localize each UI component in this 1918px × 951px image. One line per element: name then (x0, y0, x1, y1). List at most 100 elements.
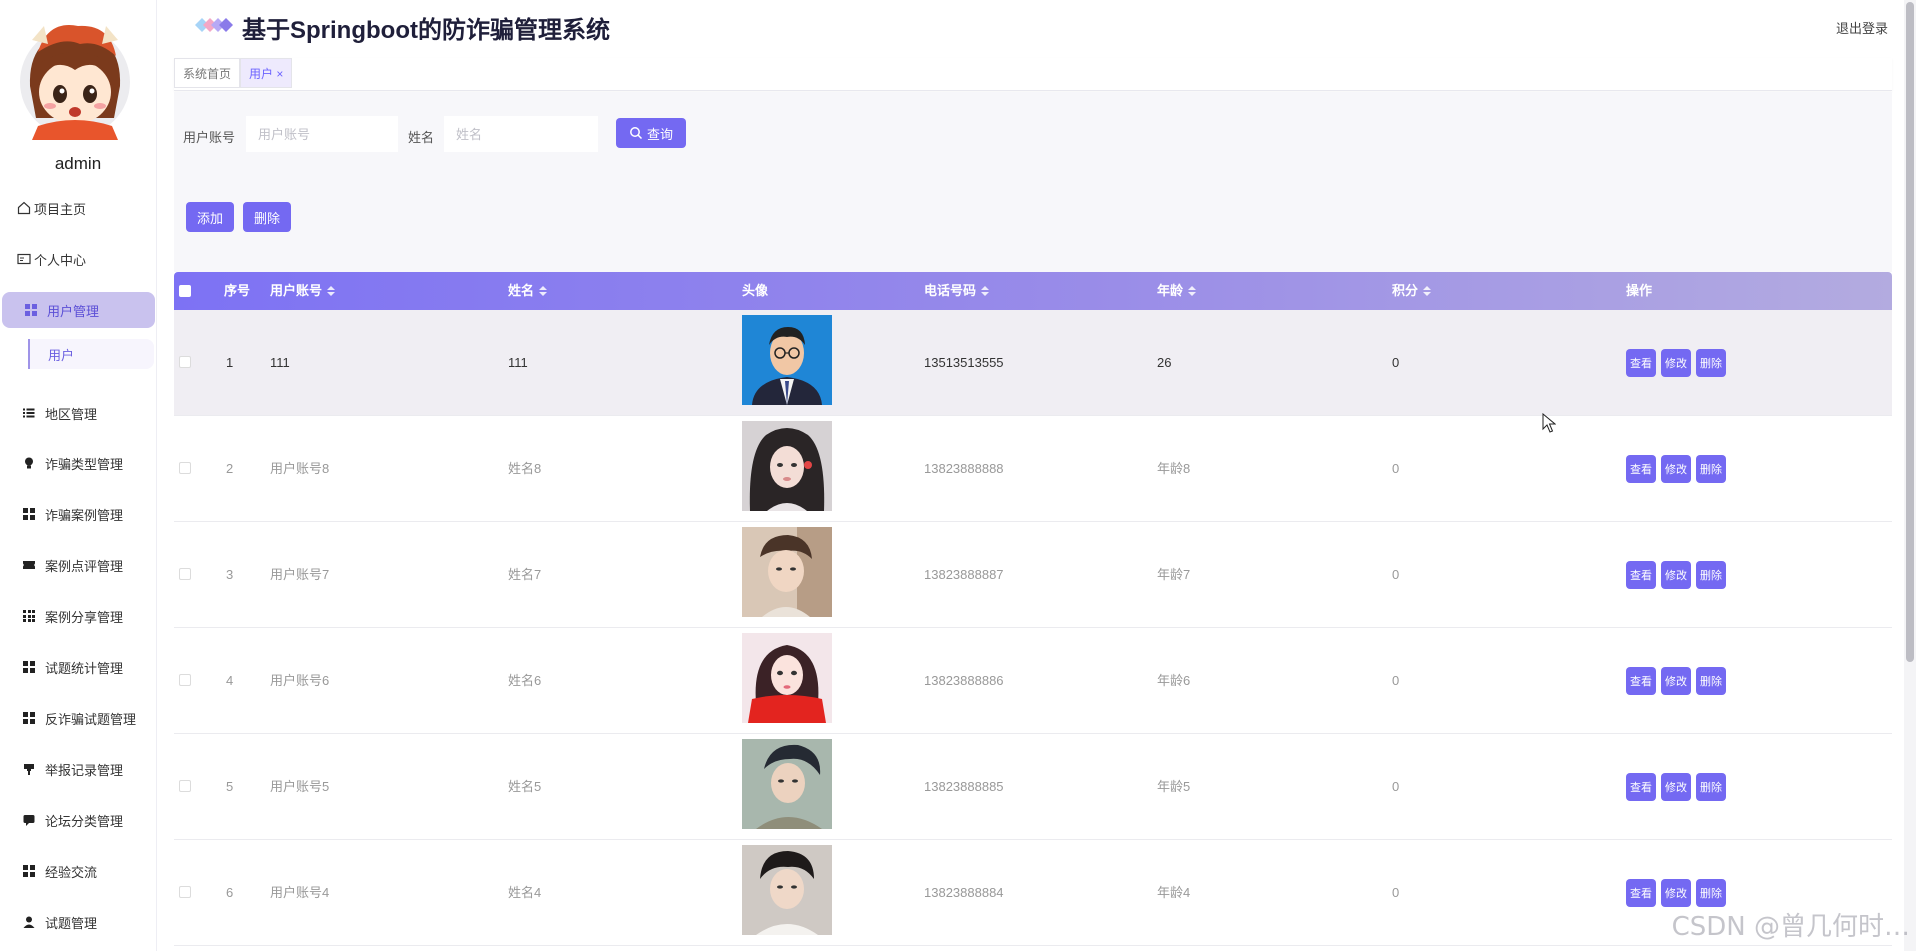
sidebar-item-profile[interactable]: 个人中心 (0, 241, 156, 277)
row-actions: 查看 修改 删除 (1626, 879, 1726, 907)
delete-row-button[interactable]: 删除 (1696, 879, 1726, 907)
query-button[interactable]: 查询 (616, 118, 686, 148)
view-button[interactable]: 查看 (1626, 349, 1656, 377)
sidebar-item-anti-fraud-quiz[interactable]: 反诈骗试题管理 (0, 700, 156, 736)
select-all-checkbox[interactable] (179, 285, 191, 297)
sort-icon[interactable] (981, 285, 990, 296)
sidebar-item-label: 反诈骗试题管理 (45, 711, 137, 727)
sidebar-item-label: 试题统计管理 (45, 660, 124, 676)
app-title: 基于Springboot的防诈骗管理系统 (242, 17, 610, 44)
col-points[interactable]: 积分 (1392, 272, 1432, 310)
vertical-scrollbar[interactable] (1904, 0, 1916, 951)
table-row[interactable]: 1 111 111 13513513555 26 0 查看 修改 删除 (174, 310, 1892, 416)
sort-icon[interactable] (539, 285, 548, 296)
search-icon (630, 127, 643, 140)
sidebar-item-forum-category[interactable]: 论坛分类管理 (0, 802, 156, 838)
sidebar-item-home[interactable]: 项目主页 (0, 190, 156, 226)
sidebar-item-report-record[interactable]: 举报记录管理 (0, 751, 156, 787)
sidebar-item-label: 案例点评管理 (45, 558, 124, 574)
edit-button[interactable]: 修改 (1661, 561, 1691, 589)
table-row[interactable]: 4 用户账号6 姓名6 13823888886 年龄6 0 查看 修改 删除 (174, 628, 1892, 734)
delete-row-button[interactable]: 删除 (1696, 773, 1726, 801)
cell-phone: 13823888888 (924, 461, 1004, 476)
sort-icon[interactable] (327, 285, 336, 296)
delete-button[interactable]: 删除 (243, 202, 291, 232)
cell-points: 0 (1392, 461, 1400, 476)
delete-row-button[interactable]: 删除 (1696, 561, 1726, 589)
sidebar-item-user-management[interactable]: 用户管理 (2, 292, 155, 328)
grid9-icon (22, 609, 36, 623)
edit-button[interactable]: 修改 (1661, 667, 1691, 695)
sidebar-item-fraud-type[interactable]: 诈骗类型管理 (0, 445, 156, 481)
sidebar-subitem-user[interactable]: 用户 (28, 339, 154, 369)
row-actions: 查看 修改 删除 (1626, 455, 1726, 483)
cell-account: 用户账号4 (270, 885, 330, 900)
col-name[interactable]: 姓名 (508, 272, 548, 310)
cell-points: 0 (1392, 885, 1400, 900)
id-card-icon (17, 252, 31, 266)
account-input[interactable] (246, 116, 398, 152)
sidebar-item-quiz-stats[interactable]: 试题统计管理 (0, 649, 156, 685)
tab-home[interactable]: 系统首页 (174, 58, 241, 88)
row-checkbox[interactable] (179, 780, 191, 792)
edit-button[interactable]: 修改 (1661, 455, 1691, 483)
sidebar-item-case-review[interactable]: 案例点评管理 (0, 547, 156, 583)
row-checkbox[interactable] (179, 356, 191, 368)
edit-button[interactable]: 修改 (1661, 879, 1691, 907)
avatar[interactable] (18, 22, 132, 140)
sidebar-item-label: 地区管理 (45, 406, 98, 422)
sidebar-item-experience[interactable]: 经验交流 (0, 853, 156, 889)
col-phone-label: 电话号码 (924, 283, 977, 298)
cell-points: 0 (1392, 567, 1400, 582)
col-phone[interactable]: 电话号码 (924, 272, 990, 310)
sidebar-item-case-share[interactable]: 案例分享管理 (0, 598, 156, 634)
view-button[interactable]: 查看 (1626, 879, 1656, 907)
cell-name: 姓名6 (508, 673, 542, 688)
table-row[interactable]: 3 用户账号7 姓名7 13823888887 年龄7 0 查看 修改 删除 (174, 522, 1892, 628)
delete-row-button[interactable]: 删除 (1696, 667, 1726, 695)
sidebar-item-quiz-management[interactable]: 试题管理 (0, 904, 156, 940)
view-button[interactable]: 查看 (1626, 561, 1656, 589)
table-row[interactable]: 2 用户账号8 姓名8 13823888888 年龄8 0 查看 修改 删除 (174, 416, 1892, 522)
table-row[interactable]: 5 用户账号5 姓名5 13823888885 年龄5 0 查看 修改 删除 (174, 734, 1892, 840)
cell-index: 2 (226, 461, 234, 476)
cell-account: 用户账号5 (270, 779, 330, 794)
edit-button[interactable]: 修改 (1661, 773, 1691, 801)
col-points-label: 积分 (1392, 283, 1419, 298)
delete-row-button[interactable]: 删除 (1696, 455, 1726, 483)
row-checkbox[interactable] (179, 674, 191, 686)
sidebar-item-label: 诈骗案例管理 (45, 507, 124, 523)
scrollbar-thumb[interactable] (1906, 2, 1914, 662)
home-icon (17, 201, 31, 215)
table-row[interactable]: 6 用户账号4 姓名4 13823888884 年龄4 0 查看 修改 删除 (174, 840, 1892, 946)
name-input[interactable] (444, 116, 598, 152)
sort-icon[interactable] (1423, 285, 1432, 296)
cell-index: 3 (226, 567, 234, 582)
col-age[interactable]: 年龄 (1157, 272, 1197, 310)
row-actions: 查看 修改 删除 (1626, 773, 1726, 801)
sidebar-item-fraud-case[interactable]: 诈骗案例管理 (0, 496, 156, 532)
logout-link[interactable]: 退出登录 (1836, 18, 1888, 37)
view-button[interactable]: 查看 (1626, 667, 1656, 695)
sidebar-item-label: 案例分享管理 (45, 609, 124, 625)
row-checkbox[interactable] (179, 886, 191, 898)
sidebar-item-label: 举报记录管理 (45, 762, 124, 778)
col-account[interactable]: 用户账号 (270, 272, 336, 310)
edit-button[interactable]: 修改 (1661, 349, 1691, 377)
view-button[interactable]: 查看 (1626, 455, 1656, 483)
sidebar: admin 项目主页 个人中心 用户管理 用户 地区管理 诈骗类型管理 诈骗案例… (0, 0, 157, 951)
mouse-cursor-icon (1542, 413, 1556, 433)
sidebar-item-region[interactable]: 地区管理 (0, 395, 156, 431)
user-photo (742, 845, 832, 935)
tab-user[interactable]: 用户 × (240, 58, 293, 88)
add-button[interactable]: 添加 (186, 202, 234, 232)
row-checkbox[interactable] (179, 568, 191, 580)
row-checkbox[interactable] (179, 462, 191, 474)
cell-account: 111 (270, 355, 290, 370)
delete-row-button[interactable]: 删除 (1696, 349, 1726, 377)
user-photo (742, 421, 832, 511)
view-button[interactable]: 查看 (1626, 773, 1656, 801)
sort-icon[interactable] (1188, 285, 1197, 296)
user-photo (742, 633, 832, 723)
col-avatar: 头像 (742, 283, 769, 298)
